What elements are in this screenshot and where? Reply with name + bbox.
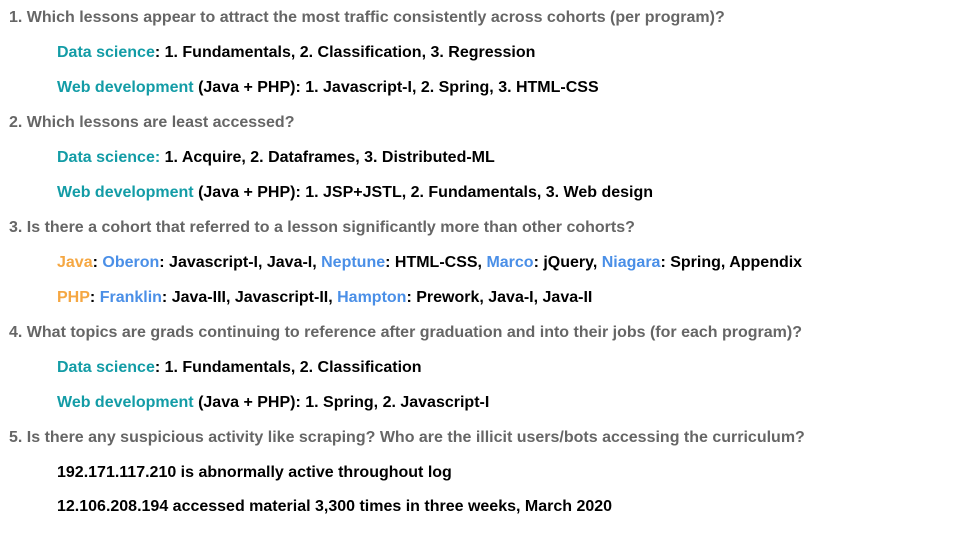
answer-4-data-science: Data science: 1. Fundamentals, 2. Classi…: [57, 358, 422, 378]
program-data-science: Data science: [57, 359, 155, 376]
lesson-list: 1. Acquire, 2. Dataframes, 3. Distribute…: [160, 149, 495, 166]
answer-3-php: PHP: Franklin: Java-III, Javascript-II, …: [57, 289, 593, 306]
question-3: 3. Is there a cohort that referred to a …: [9, 219, 635, 236]
program-web-development: Web development: [57, 184, 194, 201]
answer-5-ip-2: 12.106.208.194 accessed material 3,300 t…: [57, 498, 613, 515]
cohort-neptune: Neptune: [321, 254, 386, 271]
question-5: 5. Is there any suspicious activity like…: [9, 429, 805, 446]
program-data-science: Data science: [57, 44, 155, 61]
cohort-lessons: : HTML-CSS,: [385, 254, 487, 271]
lesson-list: 1. Fundamentals, 2. Classification, 3. R…: [160, 44, 536, 61]
program-web-development: Web development: [57, 79, 194, 96]
program-php: PHP: [57, 289, 90, 306]
cohort-marco: Marco: [486, 254, 534, 271]
answer-2-web-development: Web development (Java + PHP): 1. JSP+JST…: [57, 183, 653, 203]
question-2: 2. Which lessons are least accessed?: [9, 114, 295, 131]
cohort-lessons: : Javascript-I, Java-I,: [159, 254, 322, 271]
program-java: Java: [57, 254, 93, 271]
answer-3-java: Java: Oberon: Javascript-I, Java-I, Nept…: [57, 254, 803, 271]
answer-1-data-science: Data science: 1. Fundamentals, 2. Classi…: [57, 43, 535, 63]
question-4: 4. What topics are grads continuing to r…: [9, 324, 802, 341]
cohort-lessons: : Prework, Java-I, Java-II: [406, 289, 593, 306]
answer-5-ip-1: 192.171.117.210 is abnormally active thr…: [57, 464, 452, 481]
program-data-science: Data science:: [57, 149, 161, 166]
answer-2-data-science: Data science: 1. Acquire, 2. Dataframes,…: [57, 148, 495, 168]
lesson-list: (Java + PHP): 1. Javascript-I, 2. Spring…: [193, 79, 599, 96]
cohort-lessons: : Spring, Appendix: [660, 254, 803, 271]
cohort-lessons: : jQuery,: [533, 254, 602, 271]
cohort-niagara: Niagara: [601, 254, 661, 271]
program-web-development: Web development: [57, 394, 194, 411]
cohort-lessons: : Java-III, Javascript-II,: [161, 289, 338, 306]
lesson-list: (Java + PHP): 1. Spring, 2. Javascript-I: [193, 394, 490, 411]
question-1: 1. Which lessons appear to attract the m…: [9, 9, 725, 26]
cohort-franklin: Franklin: [99, 289, 162, 306]
answer-4-web-development: Web development (Java + PHP): 1. Spring,…: [57, 393, 489, 413]
answer-1-web-development: Web development (Java + PHP): 1. Javascr…: [57, 78, 599, 98]
lesson-list: 1. Fundamentals, 2. Classification: [160, 359, 422, 376]
slide: 1. Which lessons appear to attract the m…: [0, 0, 960, 540]
lesson-list: (Java + PHP): 1. JSP+JSTL, 2. Fundamenta…: [193, 184, 654, 201]
cohort-hampton: Hampton: [337, 289, 407, 306]
cohort-oberon: Oberon: [102, 254, 160, 271]
